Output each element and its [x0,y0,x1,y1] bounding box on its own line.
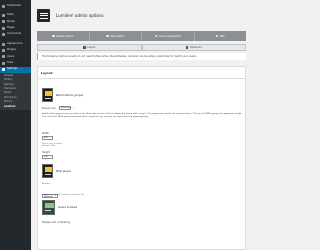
primary-nav-bar: General options Data options Cache manag… [37,31,246,41]
theme-thumbnail-2[interactable] [42,164,53,178]
nav-general-options[interactable]: General options [37,31,90,41]
layout-description: Modify which popup theme you wish to use… [42,113,242,118]
media-icon [2,20,5,24]
gear-icon [52,34,55,38]
page-title: Lumière! admin options [56,13,104,18]
popup-color-field: Popup color Bootstrap ▾ [42,106,75,110]
sub-tabs: Layout Advanced [37,44,246,51]
wrench-icon [2,61,5,65]
brush-icon [2,42,5,46]
settings-icon [2,68,5,72]
settings-submenu: General Writing Reading Discussion Media… [0,72,31,111]
height-hint: Default: 500 [42,145,55,147]
width-input[interactable]: 800 [42,136,53,140]
number-hint: Select the symbol's pattern from the lis… [42,194,84,196]
nav-data-options[interactable]: Data options [90,31,142,41]
pin-icon [2,14,5,18]
theme-option-1: Read Intimes (jonyw) [42,88,83,102]
page-header: Lumière! admin options [37,9,104,22]
comment-icon [2,33,5,37]
height-label: Height [42,151,50,154]
width-label: Width [42,132,49,135]
cache-icon [154,34,158,38]
advanced-icon [185,46,189,49]
page-icon [2,26,5,30]
theme-2-name: Pixel player [56,169,71,173]
theme-thumbnail-3[interactable] [42,200,55,215]
info-notice: The following options usually do not nee… [37,53,246,60]
plug-icon [2,49,5,53]
tab-advanced[interactable]: Advanced [141,44,246,51]
nav-help[interactable]: Help [195,31,247,41]
number-label: Number [42,183,51,185]
lumiere-logo-icon [37,9,50,22]
data-icon [106,34,109,38]
theme-option-3: Grand Lumière [42,200,77,215]
admin-sidebar: Dashboard Posts Media Pages Comments App… [0,0,31,250]
main-content: Lumière! admin options General options D… [31,0,250,250]
layout-panel: Layout Read Intimes (jonyw) Popup color … [37,66,246,250]
theme-3-name: Grand Lumière [58,206,78,209]
width-field: Width 800 [42,132,53,140]
nav-cache-management[interactable]: Cache management [142,31,195,41]
dashboard-icon [2,4,5,8]
theme-option-2: Pixel player [42,164,71,178]
display-numbering-label: Display and numbering [42,221,70,224]
help-icon [215,34,219,38]
size-hints: Select size in pixels Default: 500 [42,143,62,147]
user-icon [2,55,5,59]
submenu-lumiere[interactable]: Lumière! [0,105,31,109]
chevron-down-icon: ▾ [73,107,75,109]
theme-thumbnail-1[interactable] [42,88,53,102]
theme-1-name: Read Intimes (jonyw) [56,93,84,97]
panel-heading: Layout [38,67,245,79]
height-input[interactable]: 500 [42,155,53,159]
layout-icon [83,46,86,49]
popup-color-label: Popup color [42,106,57,110]
tab-layout[interactable]: Layout [37,44,142,51]
popup-color-select[interactable]: Bootstrap ▾ [59,106,75,110]
height-field: Height 500 [42,151,53,159]
